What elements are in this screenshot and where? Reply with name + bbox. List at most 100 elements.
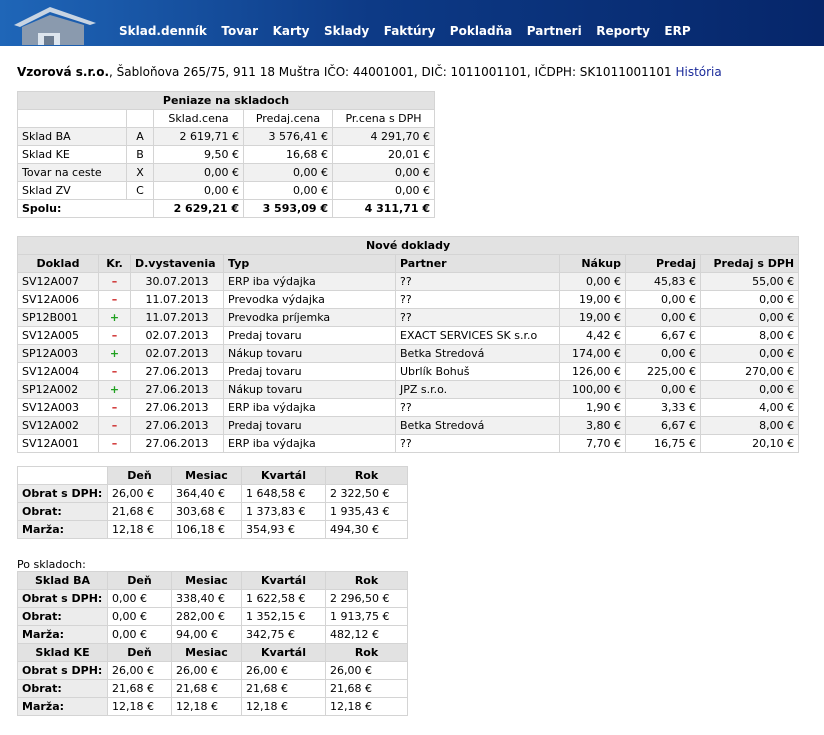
minus-icon: – [98,272,131,291]
document-sell-vat: 4,00 € [699,398,800,417]
col-nakup: Nákup [559,254,626,273]
document-row[interactable]: SV12A002–27.06.2013 Predaj tovaru Betka St… [17,416,800,435]
warehouse-code: X [126,163,154,182]
document-partner: EXACT SERVICES SK s.r.o [395,326,560,345]
col-predaj-cena: Predaj.cena [243,109,333,128]
period-header: Mesiac [171,571,242,590]
turnover-label: Obrat s DPH: [17,661,108,680]
document-row[interactable]: SV12A003–27.06.2013 ERP iba výdajka?? 1,90… [17,398,800,417]
document-date: 11.07.2013 [130,290,224,309]
document-row[interactable]: SP12B001 +11.07.2013 Prevodka príjemka?? 19… [17,308,800,327]
turnover-value: 342,75 € [241,625,326,644]
document-type: Nákup tovaru [223,380,396,399]
document-date: 27.06.2013 [130,380,224,399]
nav-partneri[interactable]: Partneri [527,24,582,38]
document-number[interactable]: SV12A006 [17,290,99,309]
document-number[interactable]: SP12B001 [17,308,99,327]
nav-pokladna[interactable]: Pokladňa [450,24,512,38]
document-type: ERP iba výdajka [223,398,396,417]
document-sell-vat: 0,00 € [699,308,800,327]
document-number[interactable]: SV12A004 [17,362,99,381]
total-cost: 2 629,21 € [153,199,244,218]
warehouse-turnover-row: Obrat s DPH: 26,00 €26,00 €26,00 €26,00 € [17,661,408,680]
nav-faktury[interactable]: Faktúry [384,24,436,38]
warehouse-turnover-row: Marža: 12,18 €12,18 €12,18 €12,18 € [17,697,408,716]
turnover-value: 354,93 € [241,520,326,539]
warehouse-name: Tovar na ceste [17,163,127,182]
document-type: Predaj tovaru [223,416,396,435]
stock-table-title: Peniaze na skladoch [16,91,436,110]
warehouse-cost: 0,00 € [153,163,244,182]
document-date: 27.06.2013 [130,434,224,453]
warehouse-header-row: Sklad KE Deň Mesiac Kvartál Rok [17,643,408,662]
document-sell: 16,75 € [625,434,701,453]
turnover-value: 12,18 € [241,697,326,716]
document-number[interactable]: SV12A001 [17,434,99,453]
document-row[interactable]: SV12A006–11.07.2013 Prevodka výdajka?? 19,… [17,290,800,309]
home-logo-icon[interactable] [4,3,100,45]
col-kvartal: Kvartál [241,466,326,485]
col-typ: Typ [223,254,396,273]
document-row[interactable]: SV12A001–27.06.2013 ERP iba výdajka?? 7,70… [17,434,800,453]
by-warehouse-table: Sklad BA Deň Mesiac Kvartál Rok Obrat s DPH: 0… [17,571,408,716]
history-link[interactable]: História [675,65,721,79]
turnover-value: 12,18 € [107,520,172,539]
turnover-label: Marža: [17,520,108,539]
document-number[interactable]: SP12A003 [17,344,99,363]
turnover-value: 26,00 € [107,661,172,680]
nav-erp[interactable]: ERP [664,24,690,38]
turnover-value: 1 648,58 € [241,484,326,503]
nav-sklady[interactable]: Sklady [324,24,369,38]
document-number[interactable]: SV12A005 [17,326,99,345]
nav-tovar[interactable]: Tovar [221,24,258,38]
document-sell-vat: 8,00 € [699,416,800,435]
document-sell: 0,00 € [625,344,701,363]
minus-icon: – [98,416,131,435]
document-sell-vat: 8,00 € [699,326,800,345]
turnover-value: 21,68 € [241,679,326,698]
document-number[interactable]: SV12A003 [17,398,99,417]
document-type: ERP iba výdajka [223,434,396,453]
turnover-value: 282,00 € [171,607,242,626]
nav-reporty[interactable]: Reporty [596,24,650,38]
document-number[interactable]: SV12A007 [17,272,99,291]
document-row[interactable]: SP12A002 +27.06.2013 Nákup tovaru JPZ s.r.o… [17,380,800,399]
document-type: Prevodka výdajka [223,290,396,309]
stock-row: Tovar na ceste X 0,00 €0,00 €0,00 € [17,163,436,182]
document-partner: Betka Stredová [395,344,560,363]
total-sale: 3 593,09 € [243,199,333,218]
warehouse-name: Sklad BA [17,127,127,146]
turnover-value: 26,00 € [171,661,242,680]
document-number[interactable]: SV12A002 [17,416,99,435]
document-buy: 0,00 € [559,272,626,291]
col-den: Deň [107,466,172,485]
period-header: Rok [325,571,408,590]
col-rok: Rok [325,466,408,485]
minus-icon: – [98,434,131,453]
turnover-value: 1 913,75 € [325,607,408,626]
document-buy: 1,90 € [559,398,626,417]
stock-row: Sklad KE B 9,50 €16,68 €20,01 € [17,145,436,164]
document-number[interactable]: SP12A002 [17,380,99,399]
document-row[interactable]: SV12A007–30.07.2013 ERP iba výdajka?? 0,00… [17,272,800,291]
col-sklad-cena: Sklad.cena [153,109,244,128]
turnover-value: 21,68 € [325,679,408,698]
warehouse-vat: 0,00 € [331,163,436,182]
nav-karty[interactable]: Karty [273,24,310,38]
turnover-row: Marža: 12,18 €106,18 €354,93 €494,30 € [17,520,408,539]
company-info: Vzorová s.r.o., Šabloňova 265/75, 911 18… [17,65,722,79]
stock-value-table: Peniaze na skladoch Sklad.cena Predaj.ce… [16,91,436,218]
nav-sklad-dennik[interactable]: Sklad.denník [119,24,207,38]
document-row[interactable]: SV12A004–27.06.2013 Predaj tovaru Ubrlík B… [17,362,800,381]
turnover-value: 12,18 € [107,697,172,716]
by-warehouse-caption: Po skladoch: [17,558,86,571]
document-type: Predaj tovaru [223,362,396,381]
turnover-label: Obrat: [17,607,108,626]
document-sell-vat: 0,00 € [699,380,800,399]
turnover-value: 1 373,83 € [241,502,326,521]
warehouse-name: Sklad KE [17,145,127,164]
document-row[interactable]: SV12A005–02.07.2013 Predaj tovaru EXACT SE… [17,326,800,345]
document-row[interactable]: SP12A003 +02.07.2013 Nákup tovaru Betka Str… [17,344,800,363]
document-date: 27.06.2013 [130,416,224,435]
document-type: Nákup tovaru [223,344,396,363]
